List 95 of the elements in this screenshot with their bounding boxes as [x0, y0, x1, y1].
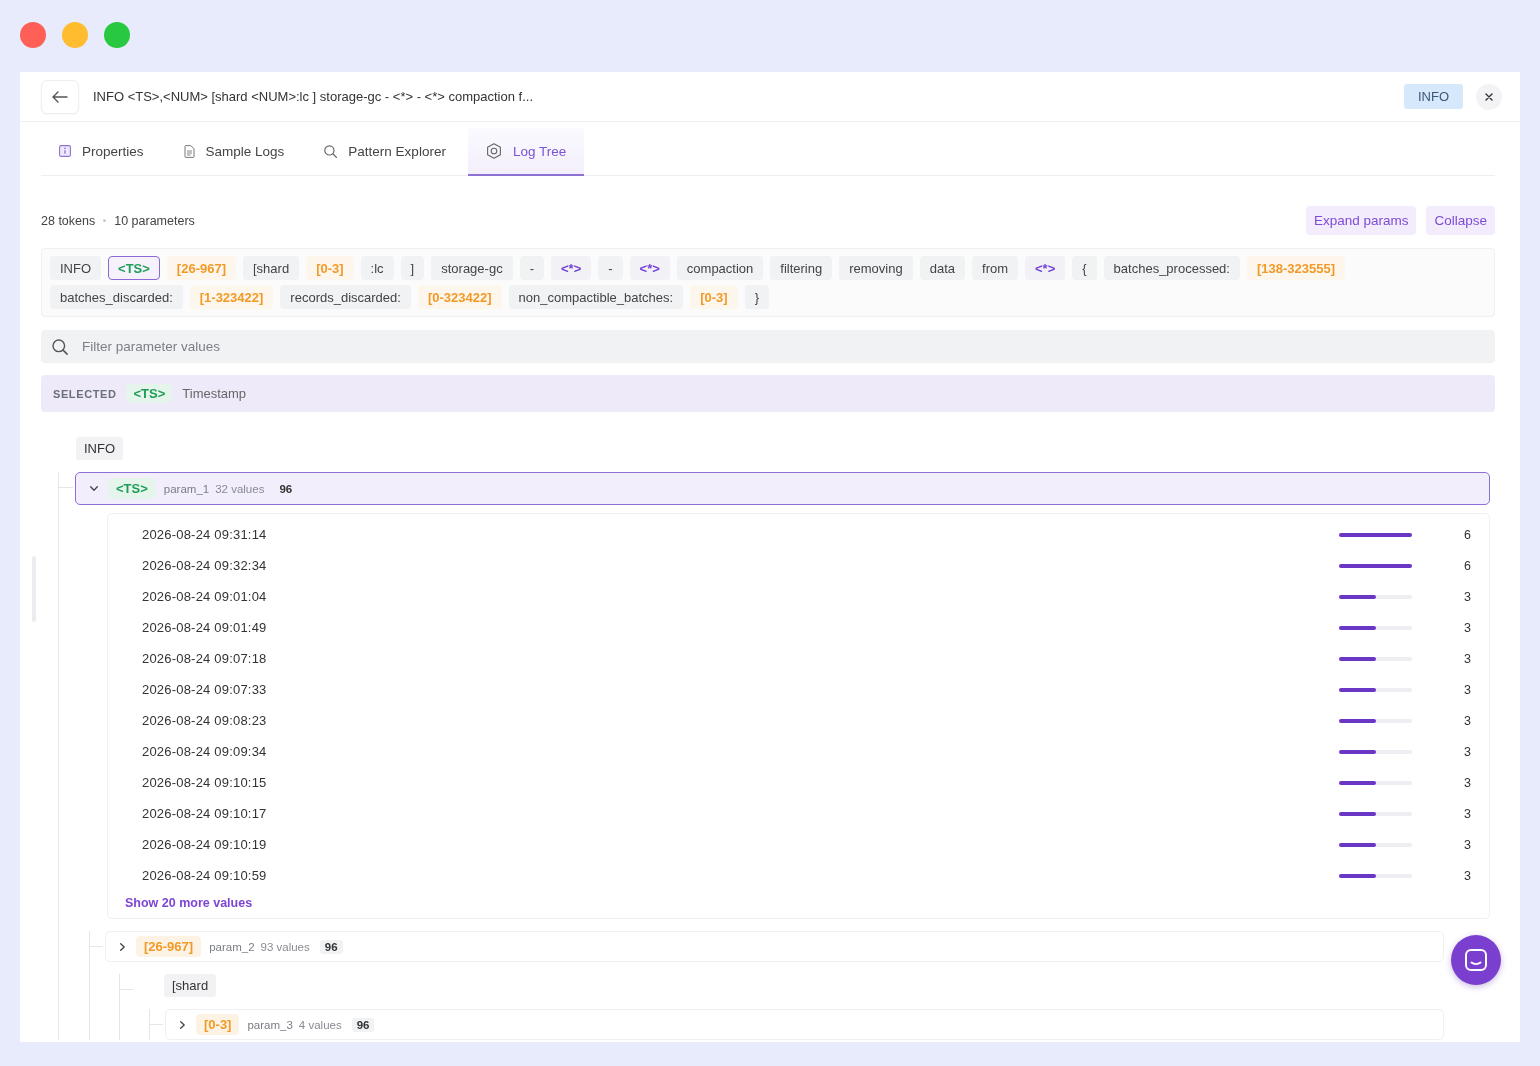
token-chip: batches_processed:: [1103, 256, 1240, 280]
parameter-name: param_2: [209, 940, 255, 953]
value-text: 2026-08-24 09:10:17: [142, 806, 268, 821]
tree-token-chip: INFO: [76, 437, 124, 460]
value-text: 2026-08-24 09:08:23: [142, 713, 268, 728]
value-text: 2026-08-24 09:07:18: [142, 651, 268, 666]
parameter-name: param_1: [163, 482, 210, 495]
token-chip: records_discarded:: [280, 285, 411, 309]
parameter-node[interactable]: <TS> param_1 32 values 96: [75, 472, 1490, 505]
info-icon: [59, 145, 71, 157]
count-text: 3: [1463, 837, 1471, 852]
count-text: 3: [1463, 682, 1471, 697]
value-count: 93 values: [260, 940, 310, 953]
back-button[interactable]: [41, 79, 79, 114]
search-bar[interactable]: Filter parameter values: [41, 330, 1495, 363]
action-button[interactable]: Collapse: [1426, 206, 1495, 235]
token-chip: compaction: [676, 256, 764, 280]
hexagon-icon: [485, 143, 502, 159]
parameter-node[interactable]: [26-967] param_2 93 values 96: [105, 931, 1444, 962]
value-text: 2026-08-24 09:32:34: [142, 558, 268, 573]
count-text: 3: [1463, 713, 1471, 728]
value-text: 2026-08-24 09:01:04: [142, 589, 268, 604]
token-chip: non_compactible_batches:: [508, 285, 684, 309]
tree-token-chip: [shard: [164, 974, 217, 997]
show-more-link[interactable]: Show 20 more values: [125, 894, 253, 912]
close-button[interactable]: [1476, 83, 1502, 110]
search-icon: [324, 144, 338, 158]
total-count: 96: [278, 481, 294, 496]
total-count: 96: [351, 1017, 375, 1032]
chat-icon: [1465, 949, 1487, 971]
count-text: 3: [1463, 589, 1471, 604]
count-text: 3: [1463, 775, 1471, 790]
parameter-count: 10 parameters: [114, 213, 195, 228]
parameter-chip[interactable]: <*>: [551, 256, 592, 280]
value-count: 32 values: [215, 482, 265, 495]
selection-label: SELECTED: [53, 387, 117, 400]
document-icon: [183, 144, 195, 158]
action-button[interactable]: Expand params: [1305, 206, 1417, 235]
token-chip: [shard: [243, 256, 300, 280]
count-text: 3: [1463, 806, 1471, 821]
value-text: 2026-08-24 09:10:59: [142, 868, 268, 883]
value-text: 2026-08-24 09:10:15: [142, 775, 268, 790]
count-text: 3: [1463, 868, 1471, 883]
token-chip: -: [519, 256, 544, 280]
parameter-chip: <TS>: [126, 384, 173, 403]
value-count: 4 values: [298, 1018, 342, 1031]
token-chip: INFO: [50, 256, 102, 280]
token-chip: -: [598, 256, 623, 280]
parameter-chip[interactable]: <*>: [1025, 256, 1066, 280]
value-text: 2026-08-24 09:31:14: [142, 527, 268, 542]
back-arrow-icon: [52, 90, 68, 103]
selection-name: Timestamp: [182, 386, 247, 401]
parameter-chip[interactable]: <TS>: [108, 256, 160, 280]
tab[interactable]: Sample Logs: [165, 128, 303, 176]
parameter-chip: <TS>: [108, 478, 156, 499]
parameter-name: param_3: [247, 1018, 293, 1031]
parameter-chip: [26-967]: [136, 936, 202, 957]
value-text: 2026-08-24 09:09:34: [142, 744, 268, 759]
parameter-chip: [0-3]: [196, 1014, 240, 1035]
token-chip: storage-gc: [431, 256, 513, 280]
level-badge: INFO: [1403, 84, 1463, 109]
token-chip: data: [919, 256, 965, 280]
value-text: 2026-08-24 09:07:33: [142, 682, 268, 697]
window-close-icon[interactable]: [20, 22, 46, 48]
search-icon: [52, 338, 68, 355]
count-text: 3: [1463, 620, 1471, 635]
chevron-down-icon[interactable]: [90, 486, 98, 491]
token-count: 28 tokens: [41, 213, 96, 228]
pattern-title: INFO <TS>,<NUM> [shard <NUM>:lc ] storage-gc - <*> - <*> compaction f...: [93, 89, 534, 104]
tab[interactable]: Log Tree: [467, 128, 585, 176]
tab[interactable]: Pattern Explorer: [306, 128, 464, 176]
separator-dot-icon: [103, 219, 107, 222]
close-icon: [1485, 92, 1493, 101]
parameter-node[interactable]: [0-3] param_3 4 values 96: [165, 1009, 1444, 1040]
value-text: 2026-08-24 09:01:49: [142, 620, 268, 635]
token-chip: }: [744, 285, 769, 309]
count-text: 3: [1463, 744, 1471, 759]
chevron-right-icon[interactable]: [120, 942, 125, 951]
token-chip: removing: [839, 256, 913, 280]
token-chip: batches_discarded:: [50, 285, 183, 309]
value-text: 2026-08-24 09:10:19: [142, 837, 268, 852]
token-chip: from: [972, 256, 1018, 280]
count-text: 3: [1463, 651, 1471, 666]
count-text: 6: [1463, 558, 1471, 573]
token-chip: filtering: [770, 256, 833, 280]
chat-button[interactable]: [1451, 935, 1501, 985]
token-chip: ]: [400, 256, 425, 280]
filter-input[interactable]: Filter parameter values: [82, 335, 1483, 358]
total-count: 96: [319, 939, 343, 954]
token-chip: :lc: [360, 256, 394, 280]
chevron-right-icon[interactable]: [180, 1020, 185, 1029]
count-text: 6: [1463, 527, 1471, 542]
tab[interactable]: Properties: [41, 128, 162, 176]
token-chip: {: [1072, 256, 1097, 280]
parameter-chip[interactable]: <*>: [629, 256, 670, 280]
